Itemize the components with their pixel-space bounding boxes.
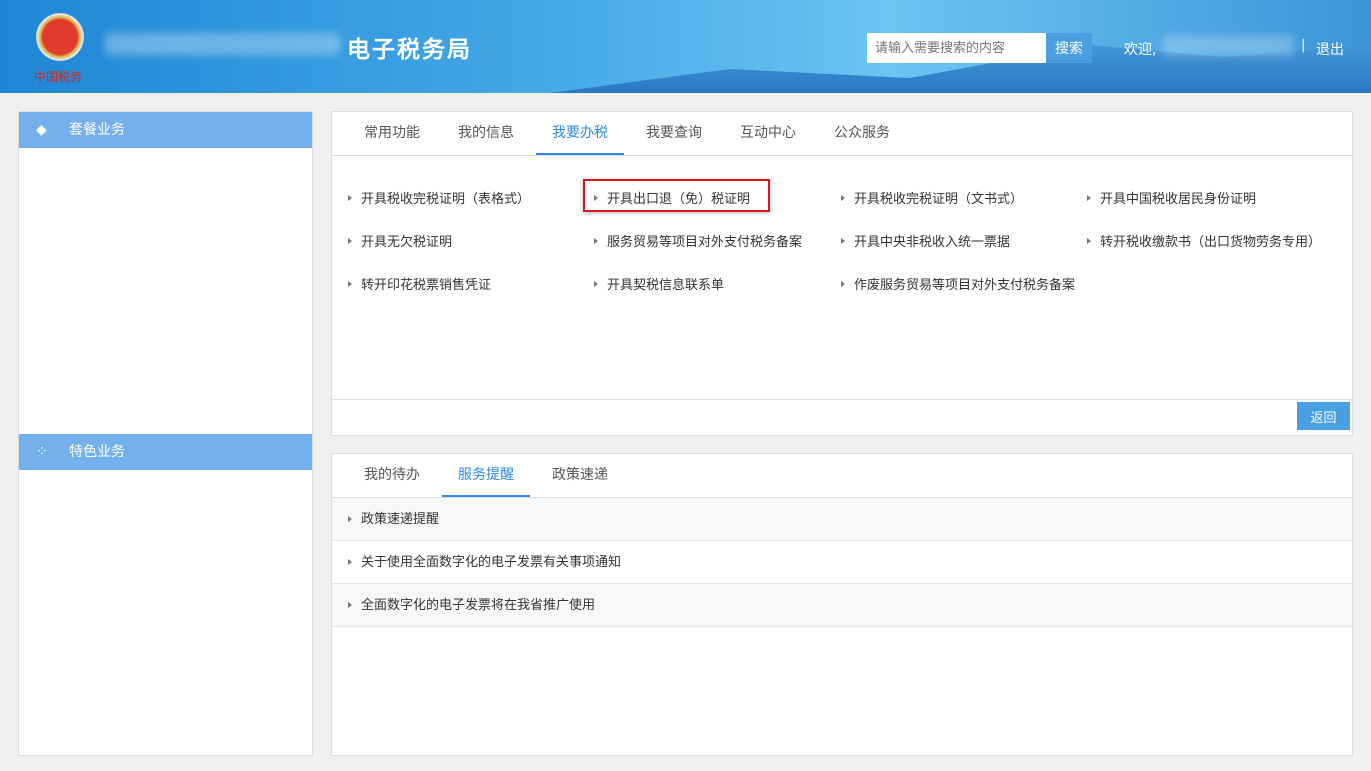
tab-todo[interactable]: 我的待办 [348,454,436,497]
section-label: 套餐业务 [69,122,125,138]
sidebar-section-package[interactable]: ◆ 套餐业务 [19,112,312,148]
redacted-region-name [105,33,340,55]
service-item[interactable]: 服务贸易等项目对外支付税务备案 [594,231,802,250]
service-item[interactable]: 开具税收完税证明（表格式） [348,188,530,207]
tab-common[interactable]: 常用功能 [348,112,436,155]
tab-interaction[interactable]: 互动中心 [724,112,812,155]
divider [332,399,1352,400]
sidebar-section-featured[interactable]: ⁘ 特色业务 [19,434,312,470]
tab-tax-handling[interactable]: 我要办税 [536,112,624,155]
sidebar: ◆ 套餐业务 ⁘ 特色业务 [18,111,313,756]
service-item[interactable]: 开具中央非税收入统一票据 [841,231,1010,250]
service-item[interactable]: 开具中国税收居民身份证明 [1087,188,1256,207]
logo-text: 中国税务 [34,68,82,85]
service-item[interactable]: 开具税收完税证明（文书式） [841,188,1023,207]
layers-icon: ◆ [36,112,47,148]
search-button[interactable]: 搜索 [1046,33,1092,63]
tax-services-panel: 常用功能 我的信息 我要办税 我要查询 互动中心 公众服务 开具税收完税证明（表… [331,111,1353,436]
service-item[interactable]: 转开税收缴款书（出口货物劳务专用） [1087,231,1321,250]
notice-tabs: 我的待办 服务提醒 政策速递 [332,454,1352,498]
tab-query[interactable]: 我要查询 [630,112,718,155]
national-emblem-logo [30,12,90,62]
notice-row[interactable]: 政策速递提醒 [332,498,1352,541]
notice-panel: 我的待办 服务提醒 政策速递 政策速递提醒 关于使用全面数字化的电子发票有关事项… [331,453,1353,756]
tab-service-reminder[interactable]: 服务提醒 [442,454,530,497]
apps-icon: ⁘ [36,434,48,470]
main-tabs: 常用功能 我的信息 我要办税 我要查询 互动中心 公众服务 [332,112,1352,156]
back-button[interactable]: 返回 [1297,402,1350,430]
header: 中国税务 电子税务局 搜索 欢迎, | 退出 [0,0,1371,93]
tab-public-service[interactable]: 公众服务 [818,112,906,155]
service-item[interactable]: 转开印花税票销售凭证 [348,274,491,293]
notice-row[interactable]: 关于使用全面数字化的电子发票有关事项通知 [332,541,1352,584]
section-label: 特色业务 [69,444,125,460]
separator: | [1301,38,1305,53]
search-input[interactable] [867,33,1047,63]
tab-my-info[interactable]: 我的信息 [442,112,530,155]
welcome-text: 欢迎, [1124,39,1156,59]
logout-link[interactable]: 退出 [1316,39,1344,59]
service-item[interactable]: 作废服务贸易等项目对外支付税务备案 [841,274,1075,293]
service-item[interactable]: 开具契税信息联系单 [594,274,724,293]
notice-row[interactable]: 全面数字化的电子发票将在我省推广使用 [332,584,1352,627]
site-title: 电子税务局 [347,30,472,64]
service-item-export-refund-certificate[interactable]: 开具出口退（免）税证明 [594,188,750,207]
service-item[interactable]: 开具无欠税证明 [348,231,452,250]
tab-policy-express[interactable]: 政策速递 [536,454,624,497]
redacted-username [1163,36,1293,56]
